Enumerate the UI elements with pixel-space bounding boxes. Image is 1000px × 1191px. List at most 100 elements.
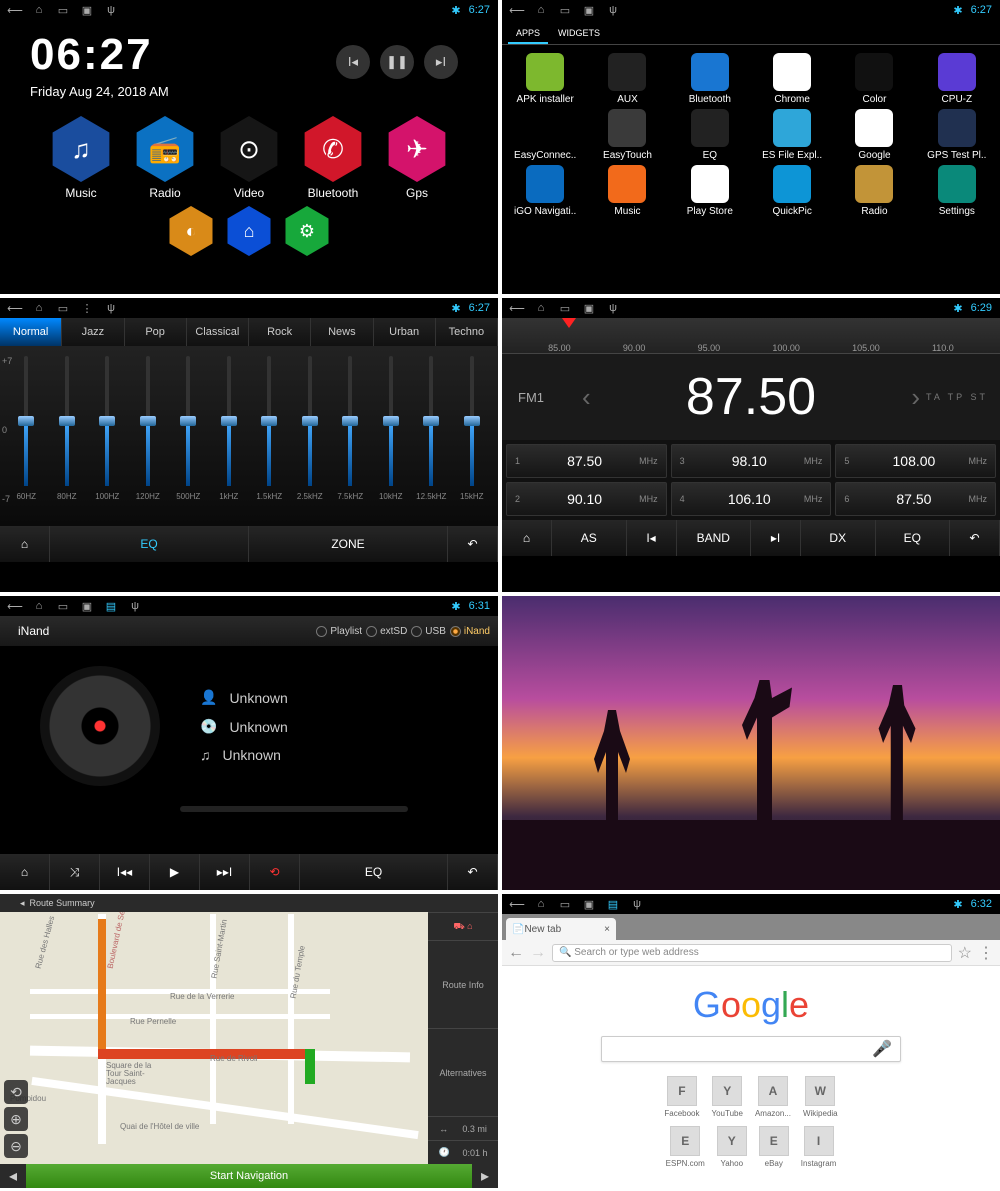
band-button[interactable]: BAND — [677, 520, 752, 556]
hex-shortcut-1[interactable]: ⌂ — [224, 206, 274, 256]
tile-amazon[interactable]: AAmazon... — [755, 1076, 791, 1118]
tile-espncom[interactable]: EESPN.com — [666, 1126, 705, 1168]
play-button[interactable]: ▶ — [150, 854, 200, 890]
screenshot-icon[interactable]: ▣ — [582, 897, 596, 911]
eq-button[interactable]: EQ — [300, 854, 448, 890]
rotate-button[interactable]: ⟲ — [4, 1080, 28, 1104]
hex-radio[interactable]: 📻 Radio — [127, 114, 203, 202]
home-icon[interactable]: ⌂ — [534, 897, 548, 911]
eq-button[interactable]: EQ — [50, 526, 249, 562]
app-play-store[interactable]: Play Store — [671, 165, 749, 217]
back-button[interactable]: ↶ — [950, 520, 1000, 556]
eq-preset-normal[interactable]: Normal — [0, 318, 62, 346]
eq-slider-2.5kHZ[interactable] — [308, 356, 312, 486]
tile-wikipedia[interactable]: WWikipedia — [803, 1076, 838, 1118]
eq-preset-pop[interactable]: Pop — [125, 318, 187, 346]
browser-tab[interactable]: 📄 New tab× — [506, 918, 616, 940]
progress-bar[interactable] — [180, 806, 408, 812]
hex-gps[interactable]: ✈ Gps — [379, 114, 455, 202]
hex-music[interactable]: ♫ Music — [43, 114, 119, 202]
hex-shortcut-0[interactable]: ◐ — [166, 206, 216, 256]
menu-icon[interactable]: ⋮ — [978, 943, 994, 963]
home-icon[interactable]: ⌂ — [32, 599, 46, 613]
recent-icon[interactable]: ▭ — [56, 599, 70, 613]
back-icon[interactable]: ⟵ — [8, 599, 22, 613]
back-icon[interactable]: ⟵ — [8, 3, 22, 17]
home-icon[interactable]: ⌂ — [32, 3, 46, 17]
eq-slider-80HZ[interactable] — [65, 356, 69, 486]
screenshot-icon[interactable]: ▣ — [80, 599, 94, 613]
prev-button[interactable]: I◂◂ — [100, 854, 150, 890]
tab-widgets[interactable]: WIDGETS — [550, 24, 608, 44]
back-icon[interactable]: ⟵ — [510, 301, 524, 315]
home-icon[interactable]: ⌂ — [534, 301, 548, 315]
back-button[interactable]: ↶ — [448, 854, 498, 890]
shuffle-button[interactable]: ⤨ — [50, 854, 100, 890]
eq-button[interactable]: EQ — [876, 520, 951, 556]
mic-icon[interactable]: 🎤 — [872, 1039, 892, 1059]
app-music[interactable]: Music — [588, 165, 666, 217]
search-field[interactable]: 🎤 — [601, 1036, 901, 1062]
recent-icon[interactable]: ▭ — [558, 3, 572, 17]
app-bluetooth[interactable]: Bluetooth — [671, 53, 749, 105]
prev-button[interactable]: ◂ — [0, 1164, 26, 1188]
prev-button[interactable]: I◂ — [627, 520, 677, 556]
back-button[interactable]: ↶ — [448, 526, 498, 562]
preset-3[interactable]: 398.10MHz — [671, 444, 832, 478]
eq-preset-urban[interactable]: Urban — [374, 318, 436, 346]
zoom-in-button[interactable]: ⊕ — [4, 1107, 28, 1131]
source-inand[interactable]: iNand — [450, 626, 490, 637]
app-radio[interactable]: Radio — [835, 165, 913, 217]
zone-button[interactable]: ZONE — [249, 526, 448, 562]
address-bar[interactable]: 🔍 Search or type web address — [552, 944, 952, 962]
eq-preset-jazz[interactable]: Jazz — [62, 318, 124, 346]
home-button[interactable]: ⌂ — [0, 854, 50, 890]
screenshot-icon[interactable]: ▣ — [582, 301, 596, 315]
tile-ebay[interactable]: EeBay — [759, 1126, 789, 1168]
as-button[interactable]: AS — [552, 520, 627, 556]
eq-preset-techno[interactable]: Techno — [436, 318, 498, 346]
source-extsd[interactable]: extSD — [366, 626, 407, 637]
next-button[interactable]: ▸I — [424, 45, 458, 79]
eq-preset-classical[interactable]: Classical — [187, 318, 249, 346]
tile-instagram[interactable]: IInstagram — [801, 1126, 837, 1168]
app-easyconnec-[interactable]: EasyConnec.. — [506, 109, 584, 161]
tab-apps[interactable]: APPS — [508, 24, 548, 44]
repeat-button[interactable]: ⟲ — [250, 854, 300, 890]
eq-slider-12.5kHZ[interactable] — [429, 356, 433, 486]
home-icon[interactable]: ⌂ — [534, 3, 548, 17]
next-button[interactable]: ▸ — [472, 1164, 498, 1188]
seek-down-button[interactable]: ‹ — [582, 382, 591, 413]
app-color[interactable]: Color — [835, 53, 913, 105]
home-button[interactable]: ⌂ — [502, 520, 552, 556]
hex-bluetooth[interactable]: ✆ Bluetooth — [295, 114, 371, 202]
app-eq[interactable]: EQ — [671, 109, 749, 161]
app-aux[interactable]: AUX — [588, 53, 666, 105]
app-google[interactable]: Google — [835, 109, 913, 161]
menu-icon[interactable]: ⋮ — [80, 301, 94, 315]
back-icon[interactable]: ⟵ — [510, 3, 524, 17]
start-navigation-button[interactable]: Start Navigation — [26, 1164, 472, 1188]
hex-video[interactable]: ⊙ Video — [211, 114, 287, 202]
app-gps-test-pl-[interactable]: GPS Test Pl.. — [918, 109, 996, 161]
app-settings[interactable]: Settings — [918, 165, 996, 217]
app-quickpic[interactable]: QuickPic — [753, 165, 831, 217]
next-button[interactable]: ▸I — [751, 520, 801, 556]
eq-slider-60HZ[interactable] — [24, 356, 28, 486]
preset-6[interactable]: 687.50MHz — [835, 482, 996, 516]
tile-facebook[interactable]: FFacebook — [664, 1076, 699, 1118]
tile-youtube[interactable]: YYouTube — [712, 1076, 743, 1118]
recent-icon[interactable]: ▭ — [56, 301, 70, 315]
recent-icon[interactable]: ▭ — [56, 3, 70, 17]
dx-button[interactable]: DX — [801, 520, 876, 556]
app-apk-installer[interactable]: APK installer — [506, 53, 584, 105]
preset-5[interactable]: 5108.00MHz — [835, 444, 996, 478]
close-tab-icon[interactable]: × — [604, 924, 610, 935]
alternatives-button[interactable]: Alternatives — [428, 1028, 498, 1116]
nav-back-icon[interactable]: ← — [508, 944, 524, 962]
frequency-ruler[interactable]: 85.0090.0095.00100.00105.00110.0 — [502, 318, 1000, 354]
home-icon[interactable]: ⌂ — [32, 301, 46, 315]
seek-up-button[interactable]: › — [911, 382, 920, 413]
app-easytouch[interactable]: EasyTouch — [588, 109, 666, 161]
eq-slider-1.5kHZ[interactable] — [267, 356, 271, 486]
